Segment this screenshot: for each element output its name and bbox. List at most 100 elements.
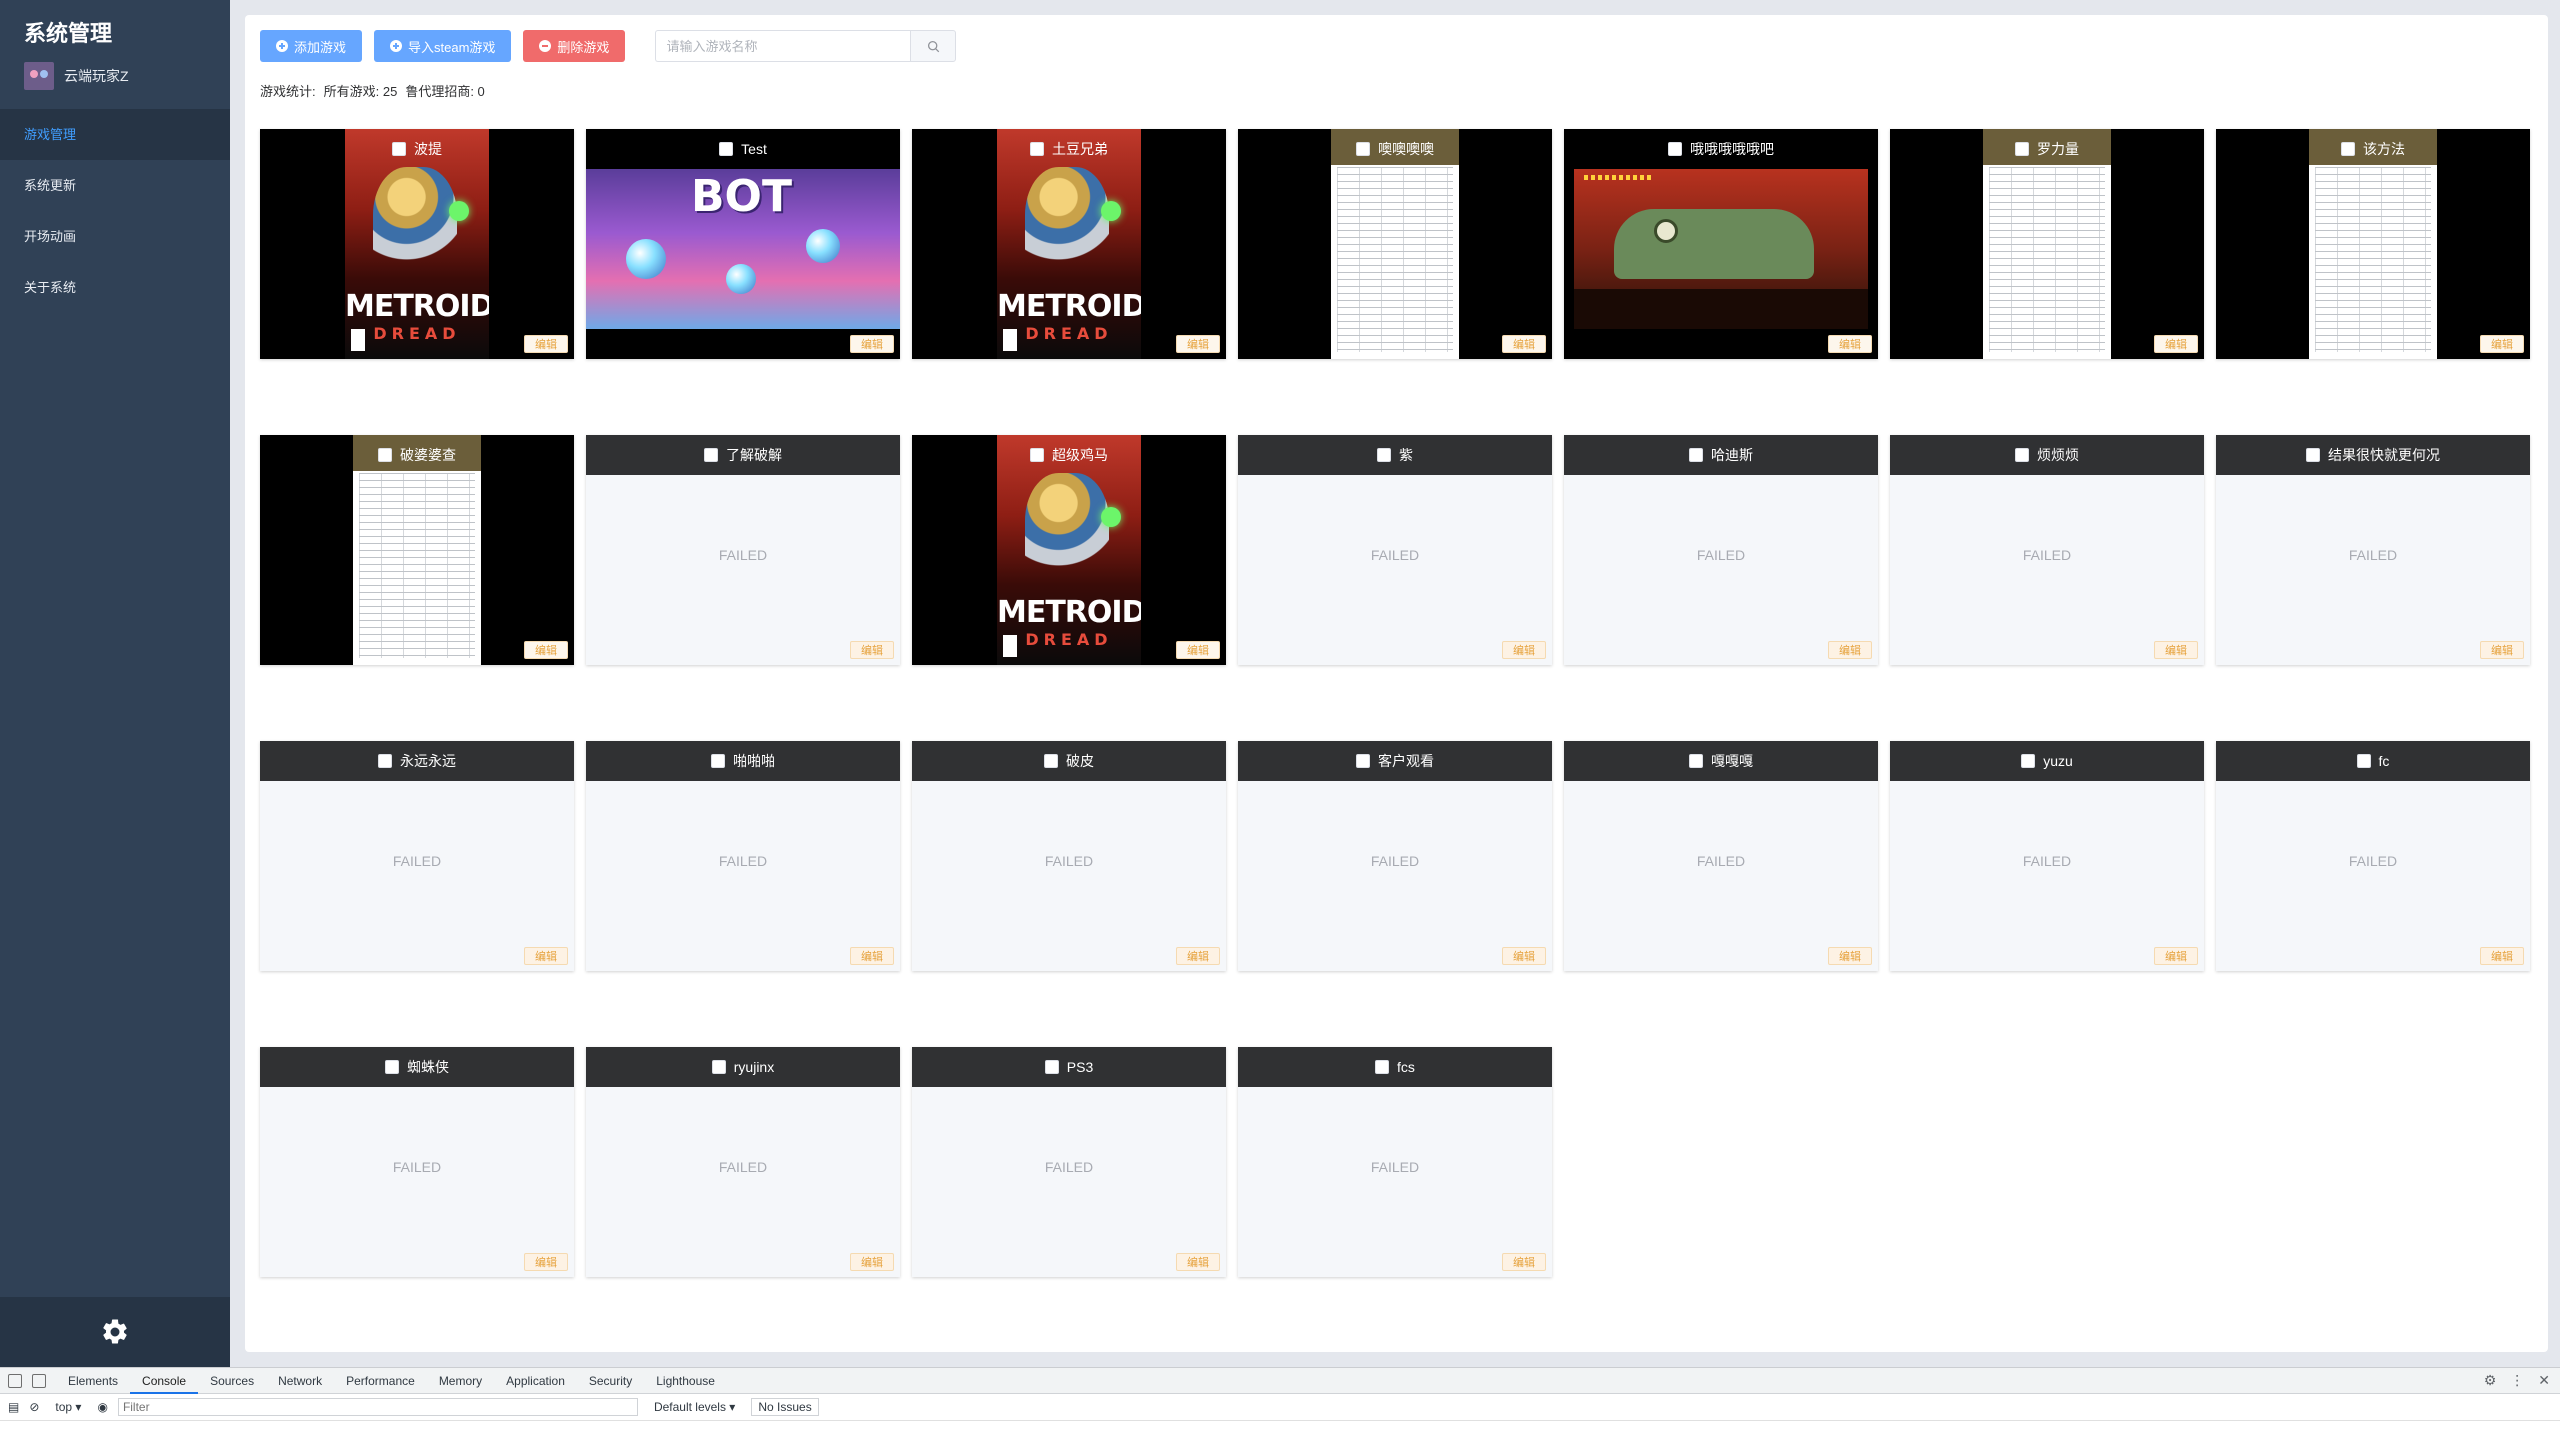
devtools-tab-security[interactable]: Security: [577, 1368, 644, 1394]
game-card[interactable]: FAILED 了解破解 编辑: [586, 435, 900, 665]
edit-button[interactable]: 编辑: [1502, 947, 1546, 965]
game-card[interactable]: FAILED 永远永远 编辑: [260, 741, 574, 971]
select-checkbox[interactable]: [719, 142, 734, 156]
log-levels-select[interactable]: Default levels ▾: [648, 1400, 741, 1414]
select-checkbox[interactable]: [1377, 448, 1391, 462]
sidebar-item-game-management[interactable]: 游戏管理: [0, 109, 230, 160]
edit-button[interactable]: 编辑: [1176, 1253, 1220, 1271]
select-checkbox[interactable]: [1044, 1060, 1059, 1074]
select-checkbox[interactable]: [392, 142, 406, 156]
delete-game-button[interactable]: 删除游戏: [523, 30, 626, 62]
context-select[interactable]: top ▾: [49, 1400, 87, 1414]
game-card[interactable]: 破婆婆查 编辑: [260, 435, 574, 665]
edit-button[interactable]: 编辑: [850, 335, 894, 353]
sidebar-item-system-update[interactable]: 系统更新: [0, 160, 230, 211]
edit-button[interactable]: 编辑: [524, 641, 568, 659]
select-checkbox[interactable]: [711, 1060, 726, 1074]
game-card[interactable]: FAILED 烦烦烦 编辑: [1890, 435, 2204, 665]
game-card[interactable]: FAILED PS3 编辑: [912, 1047, 1226, 1277]
select-checkbox[interactable]: [1030, 448, 1044, 462]
search-input[interactable]: [655, 30, 911, 62]
game-card[interactable]: FAILED 哈迪斯 编辑: [1564, 435, 1878, 665]
select-checkbox[interactable]: [2356, 754, 2371, 768]
devtools-tab-sources[interactable]: Sources: [198, 1368, 266, 1394]
select-checkbox[interactable]: [1689, 448, 1703, 462]
gear-icon[interactable]: [100, 1317, 130, 1347]
game-card[interactable]: 哦哦哦哦哦吧 编辑: [1564, 129, 1878, 359]
select-checkbox[interactable]: [704, 448, 718, 462]
select-checkbox[interactable]: [1689, 754, 1703, 768]
game-card[interactable]: FAILED 嘎嘎嘎 编辑: [1564, 741, 1878, 971]
devtools-tab-console[interactable]: Console: [130, 1368, 199, 1394]
edit-button[interactable]: 编辑: [1176, 947, 1220, 965]
devtools-tab-elements[interactable]: Elements: [56, 1368, 130, 1394]
more-icon[interactable]: ⋮: [2510, 1372, 2524, 1389]
select-checkbox[interactable]: [1030, 142, 1044, 156]
devtools-tab-lighthouse[interactable]: Lighthouse: [644, 1368, 727, 1394]
edit-button[interactable]: 编辑: [1176, 335, 1220, 353]
devtools-tab-performance[interactable]: Performance: [334, 1368, 427, 1394]
game-card[interactable]: FAILED fcs 编辑: [1238, 1047, 1552, 1277]
select-checkbox[interactable]: [1375, 1060, 1390, 1074]
select-checkbox[interactable]: [1356, 142, 1370, 156]
edit-button[interactable]: 编辑: [1828, 335, 1872, 353]
select-checkbox[interactable]: [385, 1060, 399, 1074]
select-checkbox[interactable]: [1356, 754, 1370, 768]
edit-button[interactable]: 编辑: [850, 641, 894, 659]
edit-button[interactable]: 编辑: [1502, 1253, 1546, 1271]
select-checkbox[interactable]: [2015, 448, 2029, 462]
user-profile[interactable]: 云端玩家Z: [24, 62, 129, 90]
edit-button[interactable]: 编辑: [1828, 641, 1872, 659]
edit-button[interactable]: 编辑: [850, 1253, 894, 1271]
devtools-tab-memory[interactable]: Memory: [427, 1368, 494, 1394]
game-card[interactable]: FAILED 客户观看 编辑: [1238, 741, 1552, 971]
game-card[interactable]: FAILED yuzu 编辑: [1890, 741, 2204, 971]
game-card[interactable]: 噢噢噢噢 编辑: [1238, 129, 1552, 359]
devtools-tab-application[interactable]: Application: [494, 1368, 577, 1394]
edit-button[interactable]: 编辑: [1176, 641, 1220, 659]
select-checkbox[interactable]: [378, 754, 392, 768]
sidebar-toggle-icon[interactable]: ▤: [8, 1400, 19, 1414]
edit-button[interactable]: 编辑: [1828, 947, 1872, 965]
select-checkbox[interactable]: [2021, 754, 2036, 768]
select-checkbox[interactable]: [2341, 142, 2355, 156]
sidebar-item-opening-animation[interactable]: 开场动画: [0, 211, 230, 262]
inspect-icon[interactable]: [8, 1373, 22, 1388]
device-toolbar-icon[interactable]: [32, 1373, 46, 1388]
game-card[interactable]: FAILED 紫 编辑: [1238, 435, 1552, 665]
game-card[interactable]: 该方法 编辑: [2216, 129, 2530, 359]
edit-button[interactable]: 编辑: [850, 947, 894, 965]
edit-button[interactable]: 编辑: [1502, 335, 1546, 353]
edit-button[interactable]: 编辑: [524, 335, 568, 353]
eye-icon[interactable]: ◉: [97, 1400, 107, 1414]
edit-button[interactable]: 编辑: [1502, 641, 1546, 659]
game-card[interactable]: FAILED 蜘蛛侠 编辑: [260, 1047, 574, 1277]
console-filter-input[interactable]: [117, 1398, 638, 1416]
edit-button[interactable]: 编辑: [2154, 641, 2198, 659]
edit-button[interactable]: 编辑: [2480, 335, 2524, 353]
import-steam-button[interactable]: 导入steam游戏: [374, 30, 512, 62]
game-card[interactable]: FAILED 结果很快就更何况 编辑: [2216, 435, 2530, 665]
select-checkbox[interactable]: [1668, 142, 1682, 156]
devtools-tab-network[interactable]: Network: [266, 1368, 334, 1394]
edit-button[interactable]: 编辑: [524, 1253, 568, 1271]
select-checkbox[interactable]: [1044, 754, 1058, 768]
game-card[interactable]: FAILED ryujinx 编辑: [586, 1047, 900, 1277]
select-checkbox[interactable]: [2015, 142, 2029, 156]
edit-button[interactable]: 编辑: [2480, 947, 2524, 965]
select-checkbox[interactable]: [711, 754, 725, 768]
search-button[interactable]: [910, 30, 957, 62]
add-game-button[interactable]: 添加游戏: [260, 30, 363, 62]
game-card[interactable]: METROID DREAD 超级鸡马 编辑: [912, 435, 1226, 665]
game-card[interactable]: 罗力量 编辑: [1890, 129, 2204, 359]
game-card[interactable]: METROID DREAD 波提 编辑: [260, 129, 574, 359]
select-checkbox[interactable]: [378, 448, 392, 462]
sidebar-item-about[interactable]: 关于系统: [0, 262, 230, 313]
game-card[interactable]: BOT Test 编辑: [586, 129, 900, 359]
game-card[interactable]: METROID DREAD 土豆兄弟 编辑: [912, 129, 1226, 359]
select-checkbox[interactable]: [2306, 448, 2320, 462]
edit-button[interactable]: 编辑: [2480, 641, 2524, 659]
clear-console-icon[interactable]: ⊘: [29, 1400, 39, 1414]
edit-button[interactable]: 编辑: [2154, 335, 2198, 353]
edit-button[interactable]: 编辑: [2154, 947, 2198, 965]
